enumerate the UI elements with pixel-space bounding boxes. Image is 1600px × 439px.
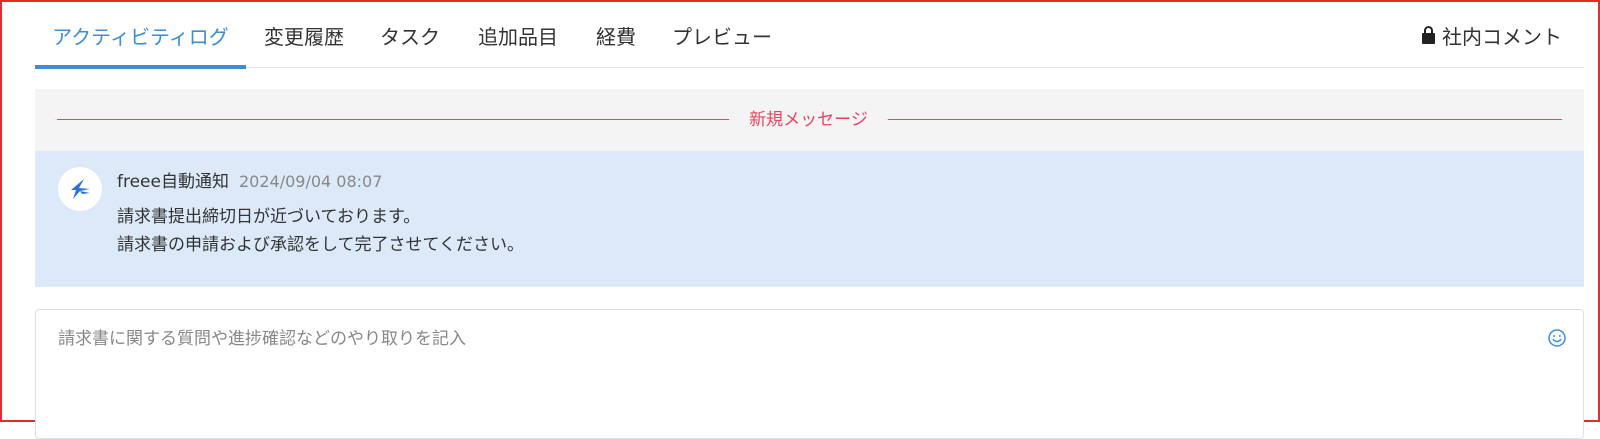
comment-input[interactable] <box>36 310 1526 420</box>
message-timestamp: 2024/09/04 08:07 <box>238 172 383 191</box>
divider-line-right <box>888 119 1562 120</box>
tab-change-history[interactable]: 変更履歴 <box>264 12 344 67</box>
comment-composer <box>35 309 1584 439</box>
tab-additional-items[interactable]: 追加品目 <box>478 12 558 67</box>
smiley-icon[interactable] <box>1547 328 1567 348</box>
message-header: freee自動通知 2024/09/04 08:07 <box>117 167 382 192</box>
message-line: 請求書提出締切日が近づいております。 <box>117 207 421 227</box>
tab-tasks[interactable]: タスク <box>380 12 440 67</box>
tab-activity-log[interactable]: アクティビティログ <box>35 12 246 69</box>
tab-bar: アクティビティログ 変更履歴 タスク 追加品目 経費 プレビュー 社内コメント <box>35 12 1584 69</box>
message-item: freee自動通知 2024/09/04 08:07 請求書提出締切日が近づいてお… <box>35 151 1584 287</box>
message-author: freee自動通知 <box>117 172 229 192</box>
internal-comment-label: 社内コメント <box>1442 25 1562 49</box>
lock-icon <box>1422 26 1435 45</box>
new-message-divider: 新規メッセージ <box>35 89 1584 151</box>
avatar <box>58 167 102 211</box>
tab-expenses[interactable]: 経費 <box>596 12 636 67</box>
new-message-label: 新規メッセージ <box>749 110 868 130</box>
freee-bird-icon <box>71 179 90 199</box>
internal-comment-toggle[interactable]: 社内コメント <box>1422 12 1562 64</box>
tab-preview[interactable]: プレビュー <box>672 12 772 67</box>
divider-line-left <box>57 119 729 120</box>
message-body: 請求書提出締切日が近づいております。 請求書の申請および承認をして完了させてくだ… <box>117 203 1517 259</box>
message-line: 請求書の申請および承認をして完了させてください。 <box>117 235 524 255</box>
